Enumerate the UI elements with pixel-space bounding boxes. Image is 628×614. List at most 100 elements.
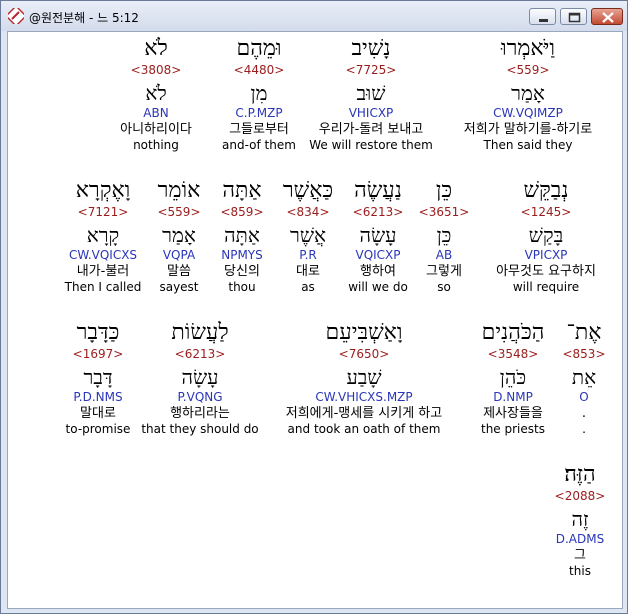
word-cell[interactable]: אַתָּה <859> אַתָּה NPMYS 당신의 thou — [214, 178, 270, 295]
english-gloss: and-of them — [222, 138, 296, 152]
root-word: שָׁבַע — [346, 365, 382, 389]
root-word: שׁוּב — [356, 81, 386, 105]
word-cell[interactable]: הַזֶּה׃ <2088> זֶה D.ADMS 그 this — [546, 462, 614, 579]
parsing-code: CW.VQICXS — [68, 248, 138, 262]
english-gloss: Then said they — [483, 138, 573, 152]
parsing-code: P.R — [299, 248, 317, 262]
strong-number: <859> — [220, 205, 264, 219]
strong-number: <2088> — [554, 489, 606, 503]
strong-number: <559> — [506, 63, 550, 77]
word-cell[interactable]: לֹא <3808> לֹא ABN 아니하리이다 nothing — [108, 36, 204, 153]
strong-number: <1697> — [72, 347, 124, 361]
word-cell[interactable]: נַעֲשֶׂה <6213> עָשָׂה VQICXP 행하여 will we do — [342, 178, 414, 295]
hebrew-word: אַתָּה — [222, 178, 262, 203]
korean-gloss: 그들로부터 — [229, 122, 289, 137]
word-cell[interactable]: כַּאֲשֶׁר <834> אֲשֶׁר P.R 대로 as — [276, 178, 340, 295]
hebrew-word: וּמֵהֶם — [236, 36, 282, 61]
korean-gloss: 행하리라는 — [170, 406, 230, 421]
root-word: אֲשֶׁר — [290, 223, 326, 247]
root-word: אֵת — [571, 365, 597, 389]
korean-gloss: 내가-불러 — [76, 264, 130, 279]
hebrew-word: הַכֹּהֲנִים — [481, 320, 545, 345]
word-cell[interactable]: וּמֵהֶם <4480> מִן C.P.MZP 그들로부터 and-of them — [214, 36, 304, 153]
hebrew-word: וָאַשְׁבִּיעֵם — [325, 320, 403, 345]
root-word: זֶה — [571, 507, 589, 531]
word-cell[interactable]: נְבַקֵּשׁ <1245> בָּקַשׁ VPICXP 아무것도 요구하지 wil… — [476, 178, 616, 295]
parsing-code: VQICXP — [355, 248, 401, 262]
root-word: עָשָׂה — [359, 223, 397, 247]
word-cell[interactable]: כַּדָּבָר <1697> דָּבָר P.D.NMS 말대로 to-promis… — [60, 320, 136, 437]
parsing-code: AB — [435, 248, 453, 262]
strong-number: <559> — [157, 205, 201, 219]
parsing-code: D.ADMS — [555, 532, 605, 546]
strong-number: <853> — [562, 347, 606, 361]
parsing-code: VQPA — [162, 248, 196, 262]
word-cell[interactable]: וַיֹּאמְרוּ <559> אָמַר CW.VQIMZP 저희가 말하기를-하… — [442, 32, 614, 173]
app-icon — [8, 8, 24, 24]
close-button[interactable] — [591, 8, 623, 25]
root-word: קָרָא — [86, 223, 120, 247]
hebrew-word: הַזֶּה׃ — [564, 462, 596, 487]
english-gloss: will we do — [348, 280, 408, 294]
root-word: לֹא — [145, 81, 167, 105]
korean-gloss: . — [581, 406, 587, 421]
hebrew-word: כֵּן — [435, 178, 453, 203]
hebrew-word: וָאֶקְרָא — [75, 178, 131, 203]
hebrew-word: לַעֲשׂוֹת — [171, 320, 229, 345]
hebrew-word: וַיֹּאמְרוּ — [500, 36, 556, 61]
hebrew-word: לֹא — [144, 36, 168, 61]
strong-number: <7650> — [338, 347, 390, 361]
parsing-code: C.P.MZP — [235, 106, 283, 120]
parsing-code: ABN — [143, 106, 169, 120]
korean-gloss: 아니하리이다 — [120, 122, 192, 137]
english-gloss: the priests — [481, 422, 545, 436]
root-word: אַתָּה — [224, 223, 260, 247]
english-gloss: that they should do — [141, 422, 259, 436]
strong-number: <3548> — [487, 347, 539, 361]
root-word: כֵּן — [436, 223, 452, 247]
parsing-code: CW.VHICXS.MZP — [315, 390, 413, 404]
english-gloss: will require — [512, 280, 580, 294]
hebrew-word: אוֹמֵר — [157, 178, 201, 203]
english-gloss: as — [301, 280, 315, 294]
word-cell[interactable]: וָאַשְׁבִּיעֵם <7650> שָׁבַע CW.VHICXS.MZP 저… — [264, 320, 464, 437]
verse-analysis-panel: וַיֹּאמְרוּ <559> אָמַר CW.VQIMZP 저희가 말하기를-하… — [7, 31, 623, 609]
english-gloss: sayest — [159, 280, 199, 294]
parsing-code: P.D.NMS — [73, 390, 123, 404]
strong-number: <6213> — [174, 347, 226, 361]
parsing-code: NPMYS — [221, 248, 263, 262]
parsing-code: O — [579, 390, 589, 404]
english-gloss: this — [569, 564, 591, 578]
title-bar[interactable]: @원전분해 - 느 5:12 — [1, 1, 627, 31]
word-cell[interactable]: אוֹמֵר <559> אָמַר VQPA 말씀 sayest — [148, 178, 210, 295]
english-gloss: Then I called — [64, 280, 142, 294]
word-cell[interactable]: נָשִׁיב <7725> שׁוּב VHICXP 우리가-돌려 보내고 We wil… — [308, 36, 434, 153]
minimize-icon — [539, 19, 548, 22]
root-word: עָשָׂה — [181, 365, 219, 389]
word-cell[interactable]: כֵּן <3651> כֵּן AB 그렇게 so — [418, 178, 470, 295]
korean-gloss: 저희에게-맹세를 시키게 하고 — [285, 406, 443, 421]
maximize-icon — [568, 12, 581, 23]
hebrew-word: נָשִׁיב — [351, 36, 391, 61]
strong-number: <4480> — [233, 63, 285, 77]
word-cell[interactable]: לַעֲשׂוֹת <6213> עָשָׂה P.VQNG 행하리라는 that the… — [138, 320, 262, 437]
hebrew-word: נַעֲשֶׂה — [354, 178, 402, 203]
korean-gloss: 아무것도 요구하지 — [496, 264, 596, 279]
english-gloss: We will restore them — [309, 138, 433, 152]
strong-number: <834> — [286, 205, 330, 219]
parsing-code: VHICXP — [348, 106, 394, 120]
minimize-button[interactable] — [529, 8, 556, 25]
english-gloss: . — [582, 422, 586, 436]
word-cell[interactable]: וָאֶקְרָא <7121> קָרָא CW.VQICXS 내가-불러 Then I… — [60, 178, 146, 295]
word-cell[interactable]: אֶת־ <853> אֵת O.. — [560, 320, 608, 437]
parsing-code: P.VQNG — [177, 390, 223, 404]
root-word: כֹּהֵן — [499, 365, 527, 389]
korean-gloss: 말씀 — [167, 264, 191, 279]
korean-gloss: 저희가 말하기를-하기로 — [463, 122, 593, 137]
maximize-button[interactable] — [560, 8, 587, 25]
word-cell[interactable]: הַכֹּהֲנִים <3548> כֹּהֵן D.NMP 제사장들을 the pri… — [468, 320, 558, 437]
korean-gloss: 말대로 — [80, 406, 116, 421]
korean-gloss: 행하여 — [360, 264, 396, 279]
strong-number: <3808> — [130, 63, 182, 77]
english-gloss: thou — [228, 280, 256, 294]
